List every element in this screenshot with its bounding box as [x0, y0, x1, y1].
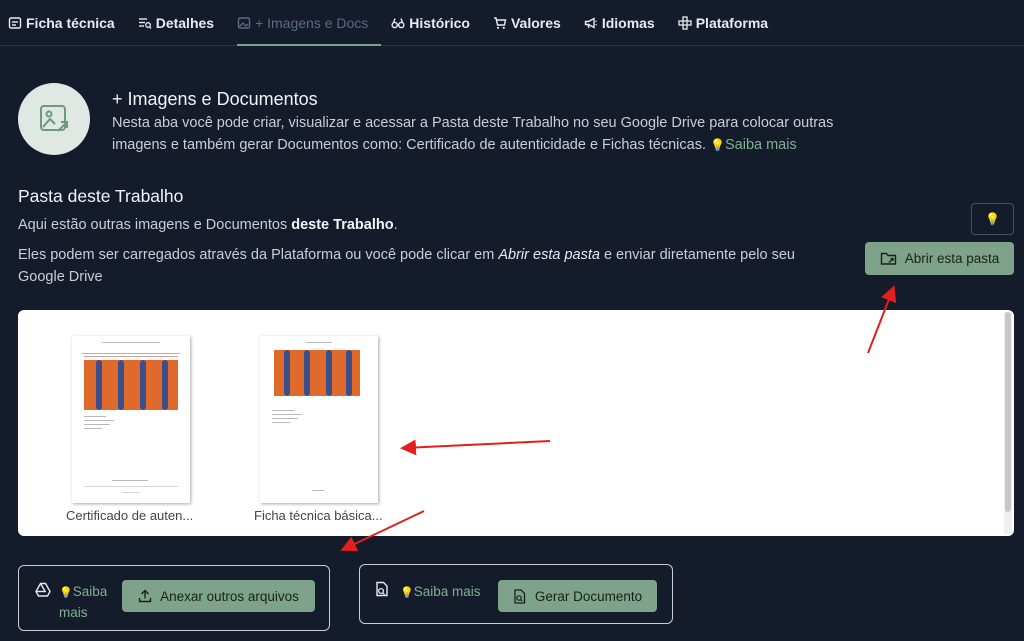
doc-text-line — [306, 342, 332, 343]
document-generate-icon — [514, 588, 525, 604]
artwork-image — [84, 360, 178, 410]
tab-detalhes[interactable]: Detalhes — [138, 0, 227, 46]
doc-text-line — [82, 353, 180, 354]
doc-text-line — [84, 486, 178, 487]
doc-text-line — [122, 492, 140, 493]
desc-text: Eles podem ser carregados através da Pla… — [18, 247, 499, 263]
doc-text-line — [84, 420, 114, 421]
open-folder-button[interactable]: Abrir esta pasta — [865, 242, 1014, 275]
section-title: Pasta deste Trabalho — [18, 186, 184, 206]
link-text: mais — [59, 605, 88, 620]
megaphone-icon — [584, 16, 597, 29]
document-generate-icon — [376, 581, 388, 597]
button-label: Abrir esta pasta — [904, 251, 1000, 266]
upload-icon — [138, 589, 152, 603]
doc-text-line — [112, 480, 148, 481]
image-docs-illustration — [18, 83, 90, 155]
button-label: Gerar Documento — [534, 588, 643, 604]
desc-italic: Abrir esta pasta — [498, 247, 600, 263]
lightbulb-icon: 💡 — [710, 138, 725, 152]
tab-valores[interactable]: Valores — [493, 0, 574, 46]
tab-historico[interactable]: Histórico — [391, 0, 483, 46]
document-name[interactable]: Ficha técnica básica... — [254, 508, 383, 523]
doc-text-line — [272, 410, 294, 411]
attach-files-button[interactable]: Anexar outros arquivos — [122, 580, 315, 612]
saiba-mais-link[interactable]: 💡Saiba mais — [59, 582, 107, 622]
generate-document-button[interactable]: Gerar Documento — [498, 580, 657, 612]
button-label: Anexar outros arquivos — [160, 588, 299, 604]
tab-label: Valores — [510, 14, 561, 31]
documents-gallery: Certificado de auten... Ficha técnica bá… — [18, 310, 1014, 536]
document-thumbnail[interactable] — [260, 336, 378, 503]
tab-label: Idiomas — [601, 14, 655, 31]
tab-label: Detalhes — [155, 14, 215, 31]
tab-bar: Ficha técnica Detalhes + Imagens e Docs … — [0, 0, 1024, 46]
page-title: + Imagens e Documentos — [112, 89, 318, 109]
lightbulb-icon: 💡 — [59, 587, 73, 599]
document-thumbnail[interactable] — [72, 336, 190, 503]
link-text: Saiba — [72, 584, 108, 599]
images-icon — [237, 16, 251, 29]
doc-text-line — [84, 424, 110, 425]
link-text: Saiba mais — [413, 584, 481, 599]
doc-text-line — [272, 422, 290, 423]
lightbulb-icon: 💡 — [400, 587, 414, 599]
tab-imagens-e-docs[interactable]: + Imagens e Docs — [237, 0, 382, 46]
google-drive-icon — [35, 582, 51, 597]
document-name[interactable]: Certificado de auten... — [66, 508, 193, 523]
doc-text-line — [272, 414, 302, 415]
doc-text-line — [84, 356, 178, 357]
doc-text-line — [272, 418, 298, 419]
tab-label: Ficha técnica — [26, 14, 115, 31]
page-description: Nesta aba você pode criar, visualizar e … — [112, 112, 892, 156]
cart-icon — [493, 16, 507, 29]
tab-label: + Imagens e Docs — [255, 14, 369, 31]
section-description: Aqui estão outras imagens e Documentos d… — [18, 217, 398, 233]
desc-bold: deste Trabalho — [291, 217, 394, 233]
tab-plataforma[interactable]: Plataforma — [678, 0, 781, 46]
platform-icon — [678, 15, 692, 30]
attach-files-card: 💡Saiba mais Anexar outros arquivos — [18, 565, 330, 631]
generate-document-card: 💡Saiba mais Gerar Documento — [359, 564, 673, 624]
tab-label: Histórico — [409, 14, 470, 31]
tab-ficha-tecnica[interactable]: Ficha técnica — [8, 0, 128, 46]
spec-sheet-icon — [8, 16, 22, 29]
doc-text-line — [102, 342, 160, 343]
scrollbar-thumb[interactable] — [1005, 312, 1011, 512]
desc-text: Aqui estão outras imagens e Documentos — [18, 217, 292, 233]
lightbulb-icon: 💡 — [985, 212, 1000, 226]
image-share-icon — [40, 105, 68, 132]
gallery-scrollbar[interactable] — [1004, 312, 1012, 534]
desc-text: . — [393, 217, 398, 233]
tab-idiomas[interactable]: Idiomas — [584, 0, 668, 46]
doc-text-line — [84, 428, 102, 429]
saiba-mais-link[interactable]: 💡Saiba mais — [400, 582, 481, 603]
folder-share-icon — [880, 252, 896, 265]
details-list-icon — [138, 17, 152, 29]
tips-button[interactable]: 💡 — [971, 203, 1014, 235]
saiba-mais-link[interactable]: Saiba mais — [725, 137, 797, 153]
section-instructions: Eles podem ser carregados através da Pla… — [18, 244, 818, 288]
doc-text-line — [84, 416, 106, 417]
binoculars-icon — [391, 17, 405, 28]
artwork-image — [274, 350, 360, 396]
tab-label: Plataforma — [695, 14, 769, 31]
doc-text-line — [312, 490, 324, 491]
